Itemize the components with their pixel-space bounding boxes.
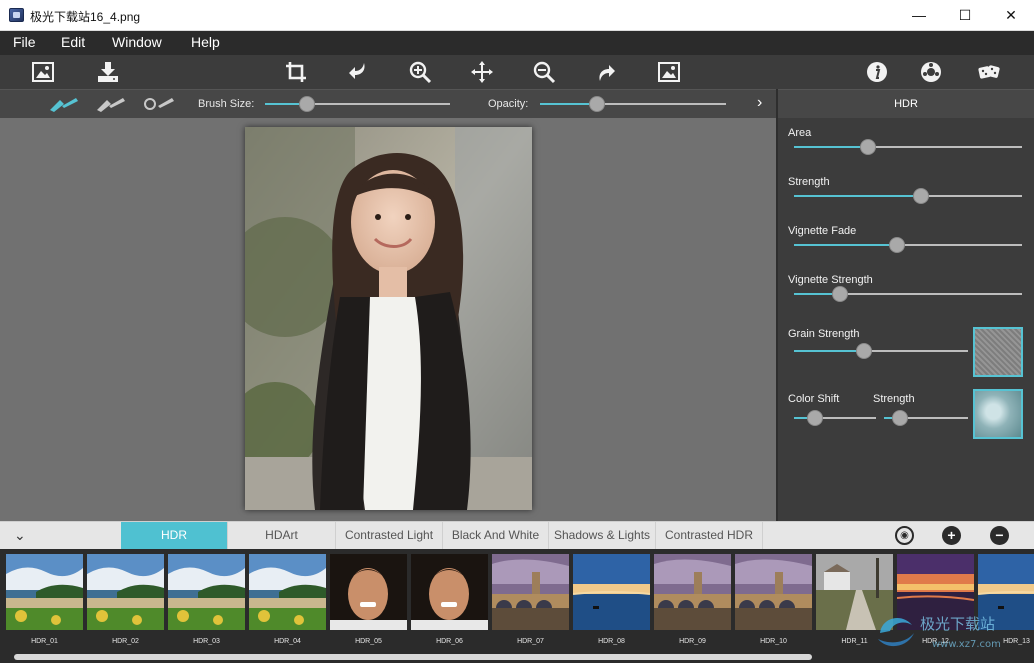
close-button[interactable]: ✕ bbox=[988, 0, 1034, 31]
tab-contrasted-light[interactable]: Contrasted Light bbox=[336, 522, 443, 549]
title-bar: 极光下载站16_4.png — ☐ ✕ bbox=[0, 0, 1034, 31]
chevron-right-icon[interactable]: › bbox=[757, 95, 771, 111]
grain-strength-slider[interactable] bbox=[794, 343, 968, 359]
main-toolbar bbox=[0, 55, 1034, 89]
tab-hdr[interactable]: HDR bbox=[121, 522, 228, 549]
window-title: 极光下载站16_4.png bbox=[30, 10, 141, 24]
collapse-chevron-icon[interactable]: ⌄ bbox=[0, 522, 121, 549]
watermark-logo: 极光下载站 www.xz7.com bbox=[878, 615, 1001, 650]
random-dice-icon[interactable] bbox=[974, 57, 1004, 87]
app-window: 极光下载站16_4.png — ☐ ✕ File Edit Window Hel… bbox=[0, 0, 1034, 663]
svg-text:极光下载站: 极光下载站 bbox=[920, 615, 995, 633]
preset-thumbnail[interactable] bbox=[249, 554, 326, 630]
move-icon[interactable] bbox=[467, 57, 497, 87]
brush-bar: Brush Size: Opacity: bbox=[0, 89, 776, 118]
opacity-slider[interactable] bbox=[540, 96, 726, 112]
brush-paint-icon[interactable] bbox=[46, 94, 82, 114]
color-shift-label: Color Shift bbox=[788, 393, 840, 405]
edited-photo bbox=[245, 127, 532, 510]
preset-thumbnail[interactable] bbox=[330, 554, 407, 630]
crop-icon[interactable] bbox=[281, 57, 311, 87]
slider-thumb[interactable] bbox=[892, 410, 908, 426]
minimize-button[interactable]: — bbox=[896, 0, 942, 31]
strength-label: Strength bbox=[788, 176, 830, 188]
maximize-button[interactable]: ☐ bbox=[942, 0, 988, 31]
preset-category-tabs: ⌄ HDR HDArt Contrasted Light Black And W… bbox=[0, 521, 1034, 549]
preset-label: HDR_08 bbox=[598, 638, 625, 645]
menu-window[interactable]: Window bbox=[112, 34, 162, 50]
vignette-fade-slider[interactable] bbox=[794, 237, 1022, 253]
settings-icon[interactable] bbox=[916, 57, 946, 87]
preset-thumbnail[interactable] bbox=[573, 554, 650, 630]
preset-thumbnail[interactable] bbox=[6, 554, 83, 630]
brush-erase-icon[interactable] bbox=[93, 94, 129, 114]
opacity-label: Opacity: bbox=[488, 98, 529, 110]
area-label: Area bbox=[788, 127, 812, 139]
remove-preset-button[interactable]: − bbox=[990, 526, 1009, 545]
fit-image-icon[interactable] bbox=[654, 57, 684, 87]
preset-thumbnail[interactable] bbox=[492, 554, 569, 630]
preset-label: HDR_09 bbox=[679, 638, 706, 645]
slider-thumb[interactable] bbox=[913, 188, 929, 204]
tab-hdart[interactable]: HDArt bbox=[228, 522, 336, 549]
preset-label: HDR_07 bbox=[517, 638, 544, 645]
vignette-strength-label: Vignette Strength bbox=[788, 274, 873, 286]
tab-shadows-lights[interactable]: Shadows & Lights bbox=[549, 522, 656, 549]
color-shift-slider[interactable] bbox=[794, 410, 876, 426]
preset-thumbnail[interactable] bbox=[168, 554, 245, 630]
preset-label: HDR_10 bbox=[760, 638, 787, 645]
brush-reset-icon[interactable] bbox=[142, 94, 178, 114]
preset-label: HDR_01 bbox=[31, 638, 58, 645]
color-strength-slider[interactable] bbox=[884, 410, 968, 426]
color-strength-label: Strength bbox=[873, 393, 915, 405]
vignette-strength-slider[interactable] bbox=[794, 286, 1022, 302]
slider-thumb[interactable] bbox=[589, 96, 605, 112]
preset-label: HDR_03 bbox=[193, 638, 220, 645]
hdr-settings-panel: HDR Area Strength Vignette Fade Vignette… bbox=[776, 89, 1034, 521]
add-preset-button[interactable]: + bbox=[942, 526, 961, 545]
zoom-out-icon[interactable] bbox=[529, 57, 559, 87]
preset-label: HDR_04 bbox=[274, 638, 301, 645]
filmstrip-scrollbar[interactable] bbox=[14, 654, 812, 660]
vignette-fade-label: Vignette Fade bbox=[788, 225, 857, 237]
tab-black-and-white[interactable]: Black And White bbox=[443, 522, 549, 549]
strength-slider[interactable] bbox=[794, 188, 1022, 204]
image-canvas[interactable] bbox=[0, 118, 776, 521]
area-slider[interactable] bbox=[794, 139, 1022, 155]
info-icon[interactable] bbox=[862, 57, 892, 87]
preset-thumbnail[interactable] bbox=[654, 554, 731, 630]
preset-label: HDR_06 bbox=[436, 638, 463, 645]
brush-size-slider[interactable] bbox=[265, 96, 450, 112]
slider-thumb[interactable] bbox=[807, 410, 823, 426]
preset-thumbnail[interactable] bbox=[735, 554, 812, 630]
brush-size-label: Brush Size: bbox=[198, 98, 255, 110]
svg-text:www.xz7.com: www.xz7.com bbox=[932, 639, 1001, 650]
slider-thumb[interactable] bbox=[832, 286, 848, 302]
preset-thumbnail[interactable] bbox=[411, 554, 488, 630]
slider-thumb[interactable] bbox=[856, 343, 872, 359]
open-image-icon[interactable] bbox=[28, 57, 58, 87]
preset-label: HDR_05 bbox=[355, 638, 382, 645]
menu-bar: File Edit Window Help bbox=[0, 31, 1034, 55]
slider-thumb[interactable] bbox=[299, 96, 315, 112]
color-texture-preview[interactable] bbox=[973, 389, 1023, 439]
undo-icon[interactable] bbox=[343, 57, 373, 87]
grain-texture-preview[interactable] bbox=[973, 327, 1023, 377]
tab-contrasted-hdr[interactable]: Contrasted HDR bbox=[656, 522, 763, 549]
app-icon bbox=[9, 8, 24, 22]
menu-edit[interactable]: Edit bbox=[61, 34, 85, 50]
slider-thumb[interactable] bbox=[860, 139, 876, 155]
menu-file[interactable]: File bbox=[13, 34, 36, 50]
panel-title: HDR bbox=[778, 89, 1034, 118]
slider-thumb[interactable] bbox=[889, 237, 905, 253]
zoom-in-icon[interactable] bbox=[405, 57, 435, 87]
save-icon[interactable] bbox=[93, 57, 123, 87]
menu-help[interactable]: Help bbox=[191, 34, 220, 50]
preset-label: HDR_02 bbox=[112, 638, 139, 645]
preset-thumbnail[interactable] bbox=[87, 554, 164, 630]
redo-icon[interactable] bbox=[591, 57, 621, 87]
preset-manager-icon[interactable]: ◉ bbox=[895, 526, 914, 545]
grain-strength-label: Grain Strength bbox=[788, 328, 860, 340]
